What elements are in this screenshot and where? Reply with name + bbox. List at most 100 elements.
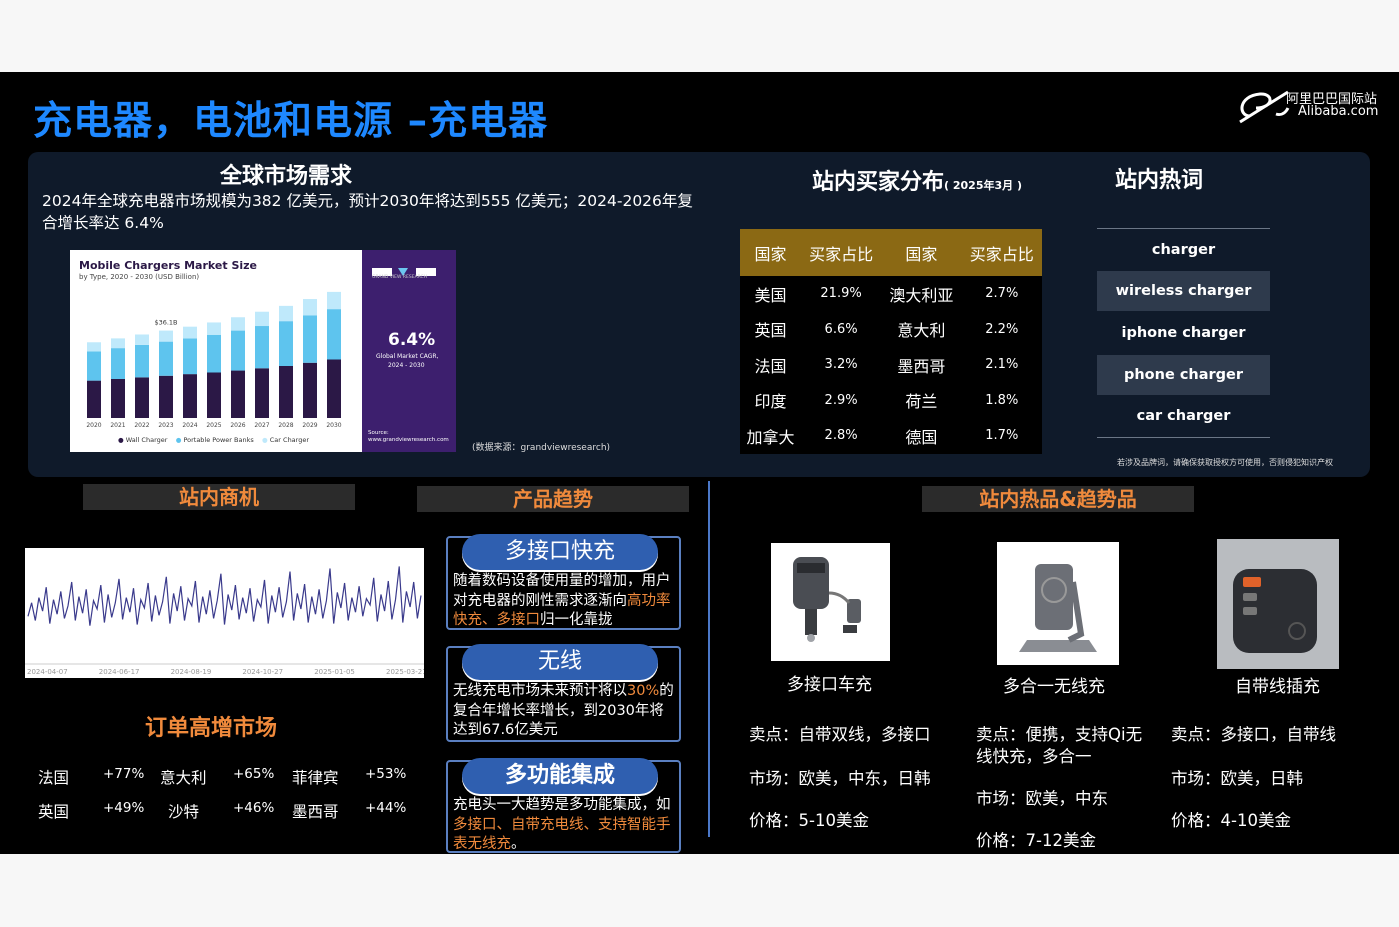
market-growth: +44% [365,800,407,816]
logo-en-text: Alibaba.com [1298,104,1379,119]
bar-segment [279,321,293,366]
product-selling-points: 卖点：多接口，自带线 [1171,725,1336,744]
table-row: 美国 21.9% 澳大利亚 2.7% [754,285,1019,305]
bar-segment [135,344,149,378]
bar-segment [159,341,173,376]
product-price: 价格：7-12美金 [976,831,1096,850]
page-title: 充电器，电池和电源 –充电器 [33,99,549,144]
bar-segment [231,330,245,371]
legend-car-charger: Car Charger [269,436,310,444]
x-tick-label: 2025-03-21 [386,668,424,676]
product-market: 市场：欧美，中东，日韩 [749,769,931,788]
x-tick-label: 2022 [134,422,149,429]
bar-segment [183,338,197,375]
bar-chart-svg: 2020 2021 2022 2023 $36.1B 2024 2025 2026 2027 20… [86,291,342,429]
table-row: 印度 2.9% 荷兰 1.8% [754,392,1019,412]
market-country: 沙特 [168,803,200,821]
vertical-divider [708,481,710,837]
bar-segment [327,359,341,418]
bar-segment [135,377,149,418]
bar-segment [207,334,221,373]
bar-segment [255,311,269,327]
bar-segment [159,375,173,418]
bar-segment [87,342,101,352]
plug-charger-image [1217,539,1339,669]
hotword-item: car charger [1136,408,1231,424]
source-label: Source: [368,430,389,436]
opportunity-heading: 站内商机 [83,484,355,510]
trend-card-title: 无线 [462,644,658,680]
table-row: 英国 6.6% 意大利 2.2% [754,321,1019,341]
bar-segment [135,334,149,345]
trend-card-text: 充电头一大趋势是多功能集成，如多接口、自带充电线、支持智能手表无线充。 [453,797,671,852]
market-size-chart: Mobile Chargers Market Size by Type, 202… [70,250,456,452]
market-heading: 全球市场需求 [220,164,353,189]
legend-wall-charger: Wall Charger [125,436,168,444]
table-header: 买家占比 [961,229,1042,276]
hotwords-heading: 站内热词 [1115,168,1204,193]
x-tick-label: 2024-06-17 [99,668,140,676]
bar-segment [303,362,317,418]
table-header: 买家占比 [800,229,882,276]
bar-segment [183,374,197,418]
bar-segment [327,291,341,310]
table-header: 国家 [881,229,962,276]
cagr-value: 6.4% [388,330,436,350]
market-country: 菲律宾 [292,769,339,787]
market-country: 意大利 [160,769,207,787]
trend-card-text: 随着数码设备使用量的增加，用户对充电器的刚性需求逐渐向高功率快充、多接口归一化靠… [453,573,671,628]
bar-segment [183,326,197,339]
hot-products-heading: 站内热品&趋势品 [922,486,1194,512]
bar-segment [255,326,269,369]
bar-segment [231,317,245,331]
table-header: 国家 [740,229,801,276]
x-tick-label: 2027 [254,422,269,429]
bar-segment [255,368,269,418]
alibaba-e-icon [1239,90,1290,124]
market-growth: +77% [103,766,145,782]
x-tick-label: 2023 [158,422,173,429]
trend-card: 多功能集成 充电头一大趋势是多功能集成，如多接口、自带充电线、支持智能手表无线充… [446,758,681,853]
buyer-distribution-table: 国家 买家占比 国家 买家占比 美国 21.9% 澳大利亚 2.7% 英国 6.6% 意大… [740,229,1042,454]
bar-segment [87,351,101,381]
market-growth: +46% [233,800,275,816]
buyers-heading: 站内买家分布( 2025年3月 ) [812,170,1022,195]
x-tick-label: 2026 [230,422,245,429]
product-price: 价格：4-10美金 [1171,811,1291,830]
cagr-years: 2024 - 2030 [388,362,425,369]
bar-segment [327,309,341,360]
hotword-item: iphone charger [1121,325,1246,341]
trend-line [27,566,422,626]
bar-segment [111,379,125,418]
product-name: 自带线插充 [1235,677,1320,697]
alibaba-logo: 阿里巴巴国际站 Alibaba.com [1236,86,1386,126]
market-country: 墨西哥 [292,803,339,821]
x-tick-label: 2025-01-05 [314,668,355,676]
divider [1097,228,1270,229]
gvr-brand: GRAND VIEW RESEARCH [372,275,428,280]
wireless-stand-image [997,542,1119,665]
bar-segment [87,380,101,418]
product-price: 价格：5-10美金 [749,811,869,830]
product-market: 市场：欧美，日韩 [1171,769,1303,788]
cagr-label: Global Market CAGR, [376,353,439,360]
bar-segment [207,372,221,418]
source-note: (数据来源：grandviewresearch) [472,443,611,453]
market-growth: +53% [365,766,407,782]
bar-segment [231,370,245,418]
x-tick-label: 2024 [182,422,197,429]
trend-card-title: 多接口快充 [462,534,658,570]
x-tick-label: 2021 [110,422,125,429]
product-name: 多合一无线充 [1003,677,1105,697]
trend-line-svg: 2024-04-07 2024-06-17 2024-08-19 2024-10-27… [25,566,427,676]
car-charger-image [771,543,890,661]
x-tick-label: 2020 [86,422,101,429]
x-tick-label: 2024-08-19 [171,668,212,676]
table-row: 法国 3.2% 墨西哥 2.1% [754,356,1019,376]
product-selling-points: 卖点：自带双线，多接口 [749,725,931,744]
source-url: www.grandviewresearch.com [368,437,449,443]
table-row: 加拿大 2.8% 德国 1.7% [746,427,1019,447]
bar-segment [159,330,173,342]
chart-side-panel: GRAND VIEW RESEARCH 6.4% Global Market C… [362,250,456,452]
product-market: 市场：欧美，中东 [976,789,1108,808]
